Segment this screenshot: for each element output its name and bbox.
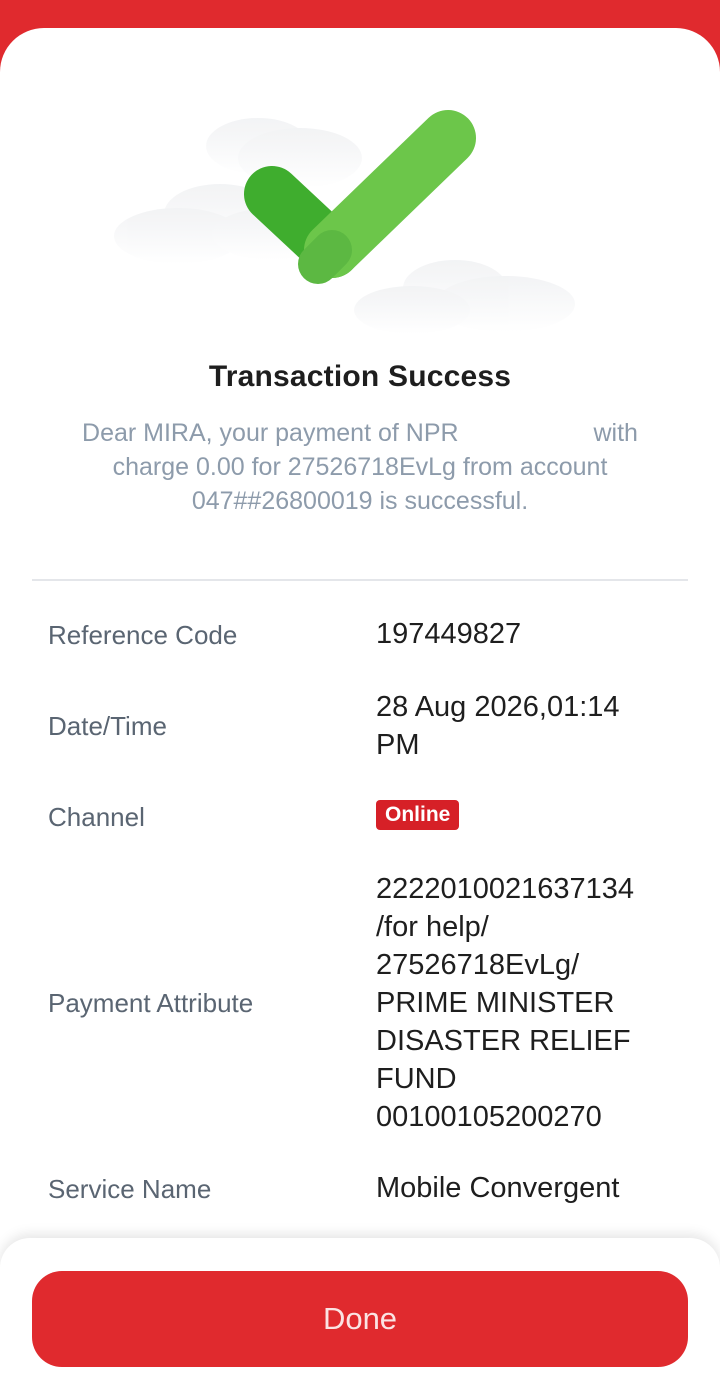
clouds-illustration — [114, 110, 575, 334]
redacted-amount — [465, 419, 594, 445]
bottom-action-bar: Done — [0, 1238, 720, 1388]
payment-attribute-line: DISASTER RELIEF — [376, 1025, 631, 1057]
transaction-sheet: Transaction Success Dear MIRA, your paym… — [0, 28, 720, 1388]
payment-attribute-line: PRIME MINISTER — [376, 987, 615, 1019]
message-line-1: Dear MIRA, your payment of NPR with — [40, 416, 680, 450]
page-title: Transaction Success — [208, 360, 512, 393]
payment-attribute-line: FUND — [376, 1063, 457, 1095]
reference-code-text: 197449827 — [376, 618, 522, 650]
success-illustration — [0, 28, 720, 348]
payment-attribute-value: 2222010021637134 /for help/ 27526718EvLg… — [376, 870, 686, 1136]
date-time-value: 28 Aug 2026,01:14 PM — [376, 688, 686, 764]
service-name-value: Mobile Convergent — [376, 1169, 686, 1207]
reference-code-value: 197449827 — [376, 615, 686, 653]
service-name-label: Service Name — [48, 1174, 212, 1204]
service-name-text: Mobile Convergent — [376, 1172, 620, 1204]
message-line-2: charge 0.00 for 27526718EvLg from accoun… — [112, 453, 608, 481]
date-time-label: Date/Time — [48, 711, 167, 741]
divider — [32, 579, 688, 581]
channel-badge: Online — [376, 800, 460, 830]
payment-attribute-line: 27526718EvLg/ — [376, 949, 580, 981]
payment-attribute-line: 2222010021637134 — [376, 873, 635, 905]
message-line-1-start: Dear MIRA, your payment of NPR — [82, 419, 459, 447]
payment-attribute-line: 00100105200270 — [376, 1101, 602, 1133]
confirmation-message: Dear MIRA, your payment of NPR with char… — [40, 416, 680, 518]
date-time-line-1: 28 Aug 2026,01:14 — [376, 691, 620, 723]
message-line-1-end: with — [593, 419, 638, 447]
channel-label: Channel — [48, 802, 145, 832]
message-line-3: 047##26800019 is successful. — [191, 487, 529, 515]
payment-attribute-line: /for help/ — [376, 911, 489, 943]
done-button[interactable]: Done — [32, 1271, 688, 1367]
date-time-line-2: PM — [376, 729, 420, 761]
reference-code-label: Reference Code — [48, 620, 238, 650]
payment-attribute-label: Payment Attribute — [48, 988, 254, 1018]
